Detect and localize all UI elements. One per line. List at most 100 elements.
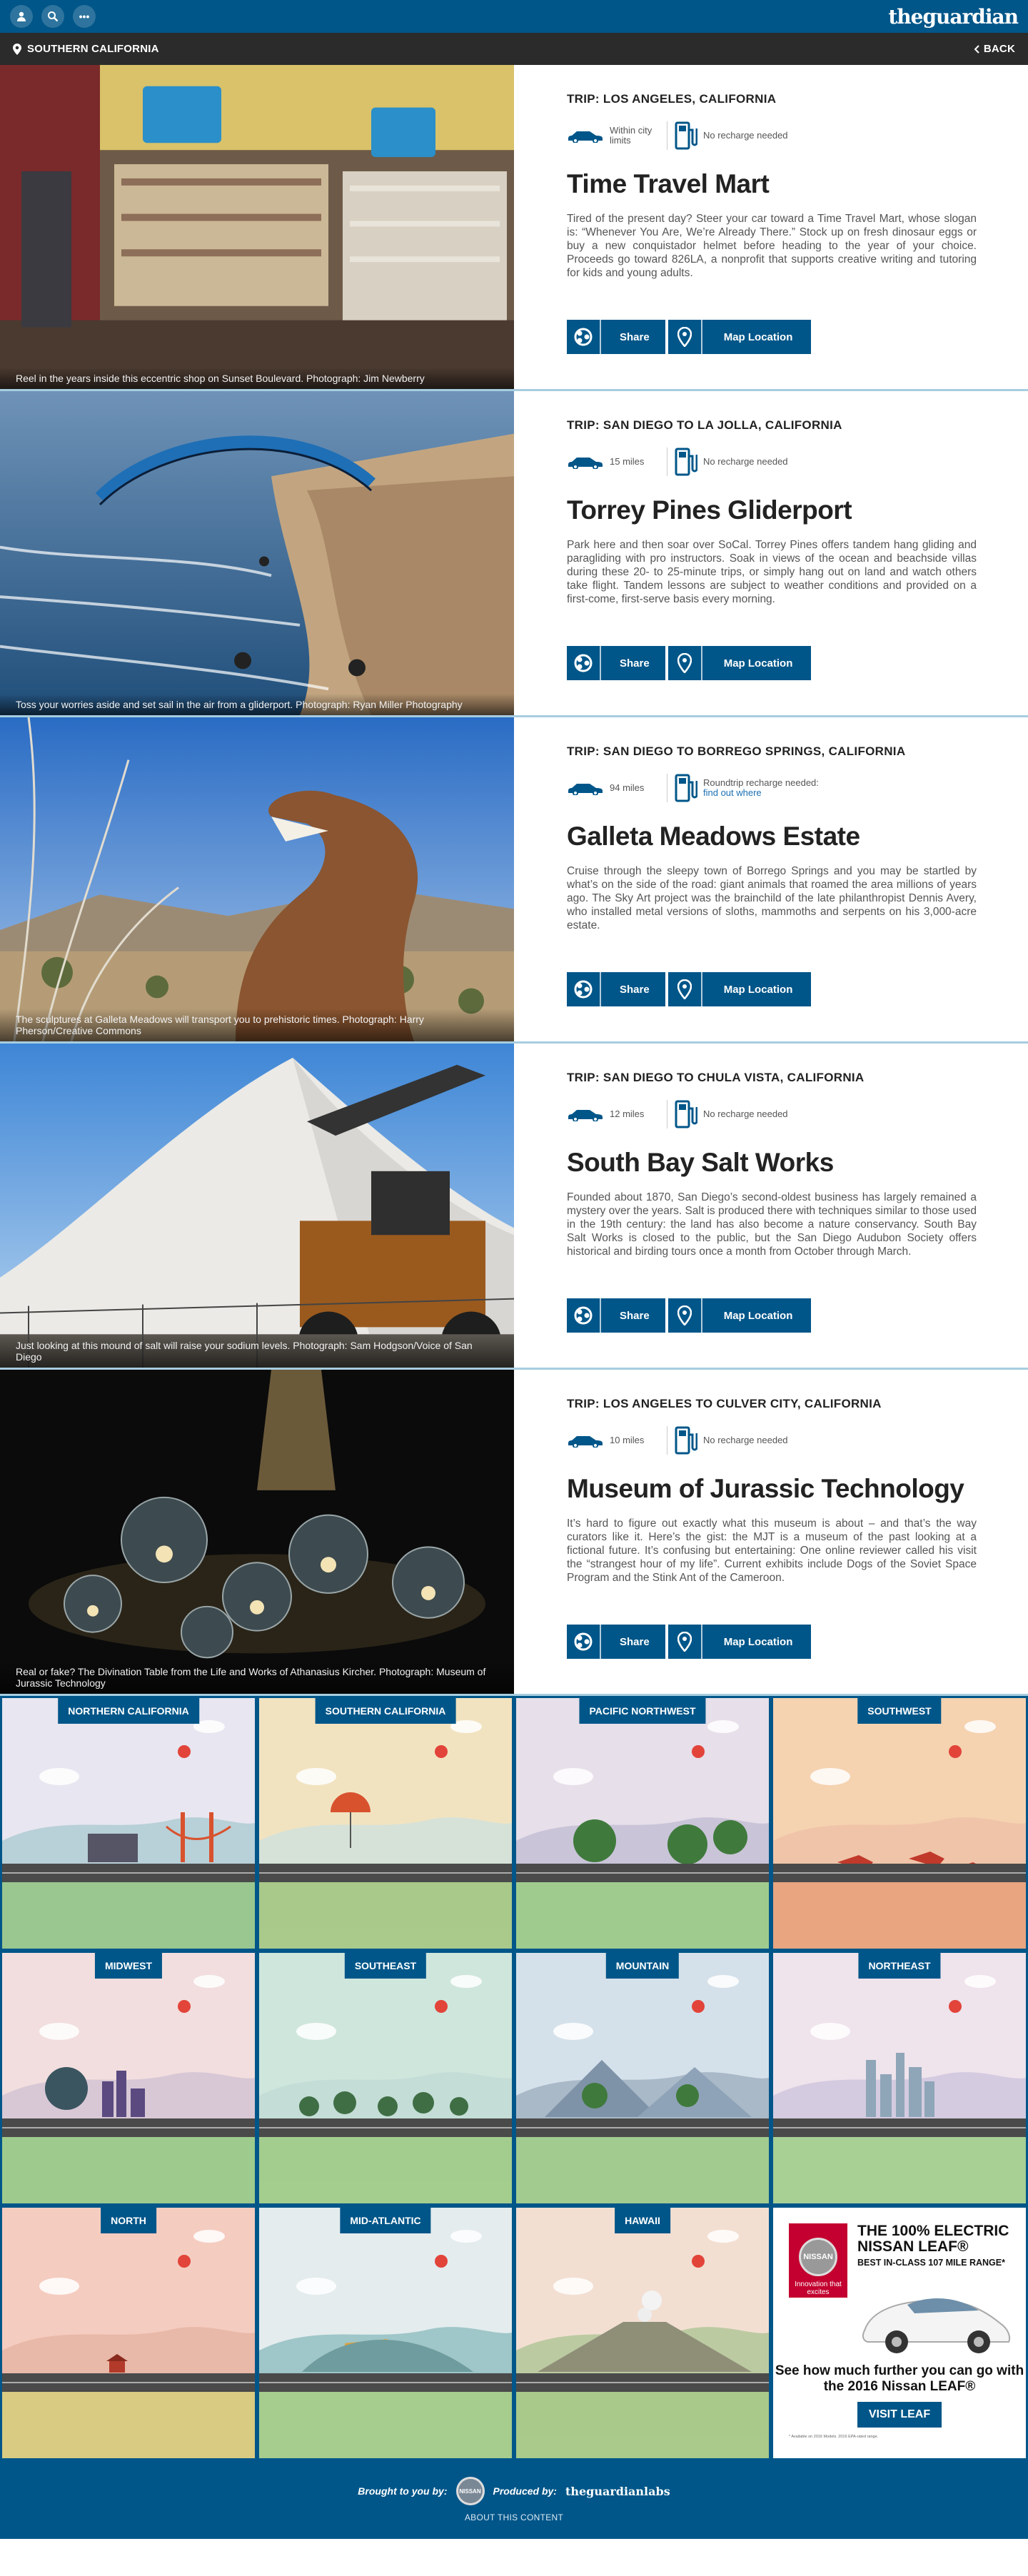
share-label: Share [620, 983, 650, 996]
map-pin-icon [677, 1305, 692, 1325]
recharge-text: Roundtrip recharge needed: [703, 777, 819, 788]
share-button[interactable]: Share [567, 646, 665, 680]
map-location-button[interactable]: Map Location [667, 1298, 812, 1333]
car-icon [568, 1436, 603, 1448]
ad-headline: THE 100% ELECTRIC NISSAN LEAF® [857, 2223, 1009, 2255]
nissan-leaf-car-image [862, 2298, 1011, 2353]
charge-pump-icon [675, 774, 697, 802]
trip-meta: 94 miles Roundtrip recharge needed: find… [567, 773, 977, 803]
find-charger-link[interactable]: find out where [703, 788, 819, 798]
region-tile[interactable]: PACIFIC NORTHWEST [514, 1696, 771, 1951]
share-button[interactable]: Share [567, 972, 665, 1006]
charge-pump-icon [675, 121, 697, 150]
trip-photo: The sculptures at Galleta Meadows will t… [0, 717, 514, 1041]
region-illustration [259, 1698, 512, 1949]
share-label: Share [620, 1635, 650, 1648]
trip-actions: Share Map Location [567, 320, 812, 354]
region-tile[interactable]: SOUTHEAST [257, 1951, 514, 2206]
region-grid: NORTHERN CALIFORNIA SOUTHERN CALIFORNIA PA… [0, 1696, 1028, 2460]
map-location-button[interactable]: Map Location [667, 320, 812, 354]
share-button[interactable]: Share [567, 320, 665, 354]
share-button[interactable]: Share [567, 1625, 665, 1659]
region-tile[interactable]: HAWAII [514, 2206, 771, 2460]
region-tile[interactable]: NORTHERN CALIFORNIA [0, 1696, 257, 1951]
profile-button[interactable] [10, 5, 33, 28]
region-tag: HAWAII [615, 2208, 670, 2233]
map-pin-icon [677, 979, 692, 999]
region-tag: MOUNTAIN [605, 1953, 680, 1979]
region-tile[interactable]: NORTHEAST [771, 1951, 1028, 2206]
trip-title: Museum of Jurassic Technology [567, 1474, 964, 1503]
trip-title: South Bay Salt Works [567, 1148, 834, 1177]
trip-route: TRIP: SAN DIEGO TO LA JOLLA, CALIFORNIA [567, 418, 842, 432]
visit-leaf-button[interactable]: VISIT LEAF [857, 2402, 942, 2428]
share-button[interactable]: Share [567, 1298, 665, 1333]
photo-caption: Just looking at this mound of salt will … [0, 1335, 514, 1368]
back-label: BACK [983, 43, 1015, 55]
share-icon [574, 654, 593, 672]
nissan-ad[interactable]: NISSAN Innovation that excites THE 100% … [771, 2206, 1028, 2460]
glider-cliff-image [0, 391, 514, 715]
search-button[interactable] [41, 5, 64, 28]
trip-photo: Reel in the years inside this eccentric … [0, 65, 514, 389]
region-tag: NORTH [101, 2208, 156, 2233]
nissan-logo: NISSAN [799, 2238, 837, 2276]
trip-meta: 12 miles No recharge needed [567, 1099, 977, 1129]
trip-distance: 15 miles [610, 456, 645, 467]
region-illustration [516, 2208, 769, 2458]
more-button[interactable]: ••• [73, 5, 96, 28]
region-tile[interactable]: MID-ATLANTIC [257, 2206, 514, 2460]
trip-actions: Share Map Location [567, 1298, 812, 1333]
region-tag: SOUTHERN CALIFORNIA [315, 1698, 456, 1724]
about-this-content-link[interactable]: ABOUT THIS CONTENT [465, 2512, 563, 2522]
region-tile[interactable]: MOUNTAIN [514, 1951, 771, 2206]
region-tile[interactable]: NORTH [0, 2206, 257, 2460]
map-location-button[interactable]: Map Location [667, 1625, 812, 1659]
photo-caption: Real or fake? The Divination Table from … [0, 1661, 514, 1694]
recharge-note: No recharge needed [703, 130, 788, 141]
trip-card: Toss your worries aside and set sail in … [0, 391, 1028, 717]
car-icon [568, 784, 603, 795]
map-pin-icon [677, 653, 692, 673]
share-icon [574, 328, 593, 346]
region-tag: PACIFIC NORTHWEST [579, 1698, 706, 1724]
region-illustration [259, 2208, 512, 2458]
photo-caption: Reel in the years inside this eccentric … [0, 368, 514, 389]
map-location-button[interactable]: Map Location [667, 972, 812, 1006]
trip-card: Just looking at this mound of salt will … [0, 1044, 1028, 1370]
region-illustration [516, 1698, 769, 1949]
region-label: SOUTHERN CALIFORNIA [13, 43, 159, 55]
trip-title: Galleta Meadows Estate [567, 822, 860, 851]
charge-pump-icon [675, 448, 697, 476]
trip-actions: Share Map Location [567, 1625, 812, 1659]
ad-cta-text: See how much further you can go with the… [775, 2363, 1024, 2394]
share-label: Share [620, 1309, 650, 1322]
nissan-footer-logo[interactable]: NISSAN [455, 2477, 485, 2505]
sponsor-row: Brought to you by: NISSAN Produced by: t… [358, 2477, 670, 2505]
guardian-labs-logo[interactable]: theguardianlabs [565, 2485, 670, 2498]
trip-description: It’s hard to figure out exactly what thi… [567, 1517, 977, 1584]
car-icon [568, 458, 603, 469]
trip-distance: Within city limits [610, 125, 652, 146]
trip-photo: Just looking at this mound of salt will … [0, 1044, 514, 1368]
share-icon [574, 1306, 593, 1325]
region-illustration [259, 1953, 512, 2203]
region-tile[interactable]: MIDWEST [0, 1951, 257, 2206]
region-tile[interactable]: SOUTHWEST [771, 1696, 1028, 1951]
trip-card: Real or fake? The Divination Table from … [0, 1370, 1028, 1696]
trip-photo: Real or fake? The Divination Table from … [0, 1370, 514, 1694]
chevron-left-icon [974, 44, 979, 54]
region-tile[interactable]: SOUTHERN CALIFORNIA [257, 1696, 514, 1951]
map-location-label: Map Location [723, 983, 793, 996]
map-location-button[interactable]: Map Location [667, 646, 812, 680]
guardian-logo[interactable]: theguardian [888, 5, 1019, 29]
region-illustration [2, 2208, 255, 2458]
top-bar: ••• theguardian [0, 0, 1028, 33]
charge-pump-icon [675, 1100, 697, 1128]
region-tag: NORTHEAST [858, 1953, 941, 1979]
ad-fine-print: * Available on 2016 Models. 2016 EPA-rat… [789, 2435, 879, 2439]
car-icon [568, 131, 603, 143]
trip-info: TRIP: LOS ANGELES, CALIFORNIA Within cit… [514, 65, 1028, 389]
trip-route: TRIP: SAN DIEGO TO BORREGO SPRINGS, CALI… [567, 744, 906, 758]
back-button[interactable]: BACK [974, 43, 1015, 55]
